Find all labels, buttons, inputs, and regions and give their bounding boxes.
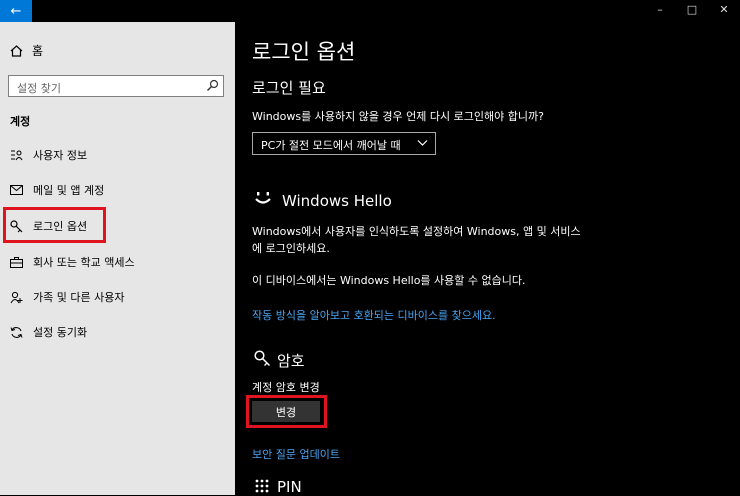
sidebar-item-work-school-access[interactable]: 회사 또는 학교 액세스 — [0, 250, 235, 274]
section-label-accounts: 계정 — [10, 115, 31, 128]
home-label: 홈 — [32, 44, 44, 58]
smiley-icon — [255, 192, 271, 204]
home-icon — [10, 44, 23, 57]
password-heading: 암호 — [277, 352, 305, 370]
require-signin-heading: 로그인 필요 — [252, 79, 326, 97]
sidebar-item-sync-settings[interactable]: 설정 동기화 — [0, 320, 235, 344]
password-change-label: 계정 암호 변경 — [252, 381, 320, 394]
person-add-icon — [9, 290, 23, 304]
sidebar-item-label: 메일 및 앱 계정 — [33, 184, 105, 197]
minimize-button[interactable]: – — [652, 3, 668, 16]
sidebar-item-user-info[interactable]: 사용자 정보 — [0, 143, 235, 167]
sidebar-item-label: 사용자 정보 — [33, 149, 88, 162]
pin-heading: PIN — [277, 478, 302, 496]
window-title: 설정 — [44, 8, 61, 18]
dropdown-value: PC가 절전 모드에서 깨어날 때 — [261, 139, 401, 152]
close-button[interactable]: ✕ — [716, 3, 732, 16]
search-icon[interactable] — [206, 79, 219, 92]
back-button[interactable]: ← — [0, 0, 32, 22]
sidebar-item-label: 가족 및 다른 사용자 — [33, 291, 125, 304]
sync-icon — [9, 325, 23, 339]
page-title: 로그인 옵션 — [252, 40, 356, 64]
windows-hello-unavailable: 이 디바이스에서는 Windows Hello를 사용할 수 없습니다. — [252, 274, 526, 287]
windows-hello-description: Windows에서 사용자를 인식하도록 설정하여 Windows, 앱 및 서… — [252, 225, 581, 255]
password-key-icon — [254, 350, 271, 367]
main-content: 로그인 옵션 로그인 필요 Windows를 사용하지 않을 경우 언제 다시 … — [235, 22, 740, 496]
sidebar-item-label: 설정 동기화 — [33, 326, 88, 339]
change-button-highlight-box — [246, 395, 327, 428]
sidebar-item-email-accounts[interactable]: 메일 및 앱 계정 — [0, 178, 235, 202]
require-signin-dropdown[interactable]: PC가 절전 모드에서 깨어날 때 — [252, 132, 436, 155]
security-question-link[interactable]: 보안 질문 업데이트 — [252, 446, 340, 462]
windows-hello-learn-link[interactable]: 작동 방식을 알아보고 호환되는 디바이스를 찾으세요. — [252, 307, 496, 323]
back-arrow-icon: ← — [10, 3, 22, 19]
selection-highlight-box — [3, 207, 106, 243]
maximize-button[interactable]: □ — [684, 3, 700, 16]
search-input[interactable]: 설정 찾기 — [17, 80, 61, 96]
user-info-icon — [9, 148, 23, 162]
sidebar-item-label: 회사 또는 학교 액세스 — [33, 256, 135, 269]
require-signin-question: Windows를 사용하지 않을 경우 언제 다시 로그인해야 합니까? — [252, 110, 544, 123]
home-nav-item[interactable]: 홈 — [10, 42, 43, 59]
sidebar: 홈 설정 찾기 계정 사용자 정보 메일 및 앱 계정 로그인 옵션 회사 또는… — [0, 22, 235, 495]
chevron-down-icon — [417, 140, 428, 146]
title-bar: ← 설정 – □ ✕ — [0, 0, 740, 22]
mail-icon — [9, 183, 23, 197]
search-box[interactable]: 설정 찾기 — [8, 75, 224, 97]
sidebar-item-family-users[interactable]: 가족 및 다른 사용자 — [0, 285, 235, 309]
windows-hello-heading: Windows Hello — [282, 192, 392, 210]
pin-keypad-icon — [255, 479, 269, 493]
briefcase-icon — [9, 255, 23, 269]
